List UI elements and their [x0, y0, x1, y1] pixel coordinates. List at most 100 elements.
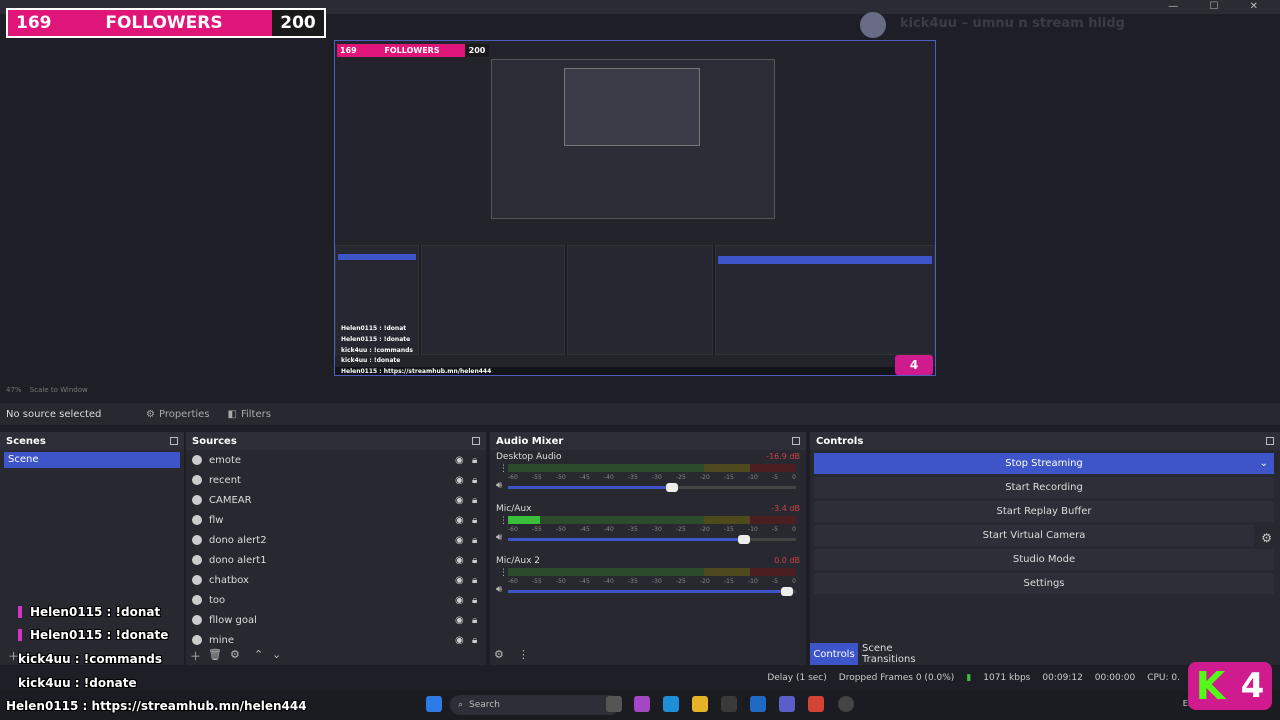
- window-controls[interactable]: — ☐ ✕: [1168, 1, 1272, 12]
- eye-icon[interactable]: ◉: [455, 535, 465, 546]
- eye-icon[interactable]: ◉: [455, 455, 465, 466]
- source-name: recent: [209, 474, 241, 486]
- eye-icon[interactable]: ◉: [455, 495, 465, 506]
- settings-button[interactable]: Settings: [814, 573, 1274, 594]
- chevron-up-icon[interactable]: ⌃: [254, 648, 263, 661]
- source-item[interactable]: fllow goal ◉ 🔒︎: [186, 610, 486, 630]
- source-type-icon: [192, 635, 202, 645]
- nested-mixer: [567, 245, 713, 355]
- source-item[interactable]: CAMEAR ◉ 🔒︎: [186, 490, 486, 510]
- menu-dots-icon[interactable]: ⋮: [518, 648, 529, 661]
- source-item[interactable]: chatbox ◉ 🔒︎: [186, 570, 486, 590]
- gear-icon[interactable]: ⚙: [494, 648, 504, 661]
- channel-name: Mic/Aux: [496, 504, 532, 514]
- filters-button[interactable]: ◧ Filters: [228, 409, 271, 420]
- eye-icon[interactable]: ◉: [455, 615, 465, 626]
- copilot-icon[interactable]: [634, 696, 650, 712]
- zoom-bar: 47% Scale to Window: [0, 386, 1280, 398]
- source-item[interactable]: mine ◉ 🔒︎: [186, 630, 486, 650]
- source-item[interactable]: flw ◉ 🔒︎: [186, 510, 486, 530]
- start-virtual-camera-button[interactable]: Start Virtual Camera: [814, 525, 1254, 546]
- undock-icon[interactable]: [792, 437, 800, 445]
- fader-fill: [508, 590, 787, 593]
- speaker-icon[interactable]: 🔊︎: [496, 584, 502, 595]
- gear-icon[interactable]: ⚙: [230, 648, 240, 661]
- source-type-icon: [192, 555, 202, 565]
- volume-fader[interactable]: [508, 587, 796, 596]
- tab-controls[interactable]: Controls: [810, 643, 858, 665]
- scene-item[interactable]: Scene: [4, 452, 180, 468]
- zoom-scale[interactable]: Scale to Window: [30, 386, 88, 394]
- nested-controls: [715, 245, 935, 355]
- store-icon[interactable]: [721, 696, 737, 712]
- db-tick: -5: [772, 474, 778, 481]
- task-view-icon[interactable]: [606, 696, 622, 712]
- channel-db: -3.4 dB: [771, 504, 800, 513]
- source-item[interactable]: recent ◉ 🔒︎: [186, 470, 486, 490]
- lock-icon[interactable]: 🔒︎: [472, 535, 480, 546]
- eye-icon[interactable]: ◉: [455, 555, 465, 566]
- speaker-icon[interactable]: 🔊︎: [496, 532, 502, 543]
- source-item[interactable]: dono alert2 ◉ 🔒︎: [186, 530, 486, 550]
- volume-fader[interactable]: [508, 535, 796, 544]
- lock-icon[interactable]: 🔒︎: [472, 455, 480, 466]
- eye-icon[interactable]: ◉: [455, 595, 465, 606]
- studio-mode-button[interactable]: Studio Mode: [814, 549, 1274, 570]
- menu-dots-icon[interactable]: ⋮: [499, 516, 508, 526]
- source-add-icon[interactable]: ＋: [190, 648, 201, 664]
- lock-icon[interactable]: 🔒︎: [472, 515, 480, 526]
- undock-icon[interactable]: [170, 437, 178, 445]
- lock-icon[interactable]: 🔒︎: [472, 555, 480, 566]
- file-explorer-icon[interactable]: [692, 696, 708, 712]
- lock-icon[interactable]: 🔒︎: [472, 595, 480, 606]
- properties-button[interactable]: ⚙ Properties: [146, 409, 210, 420]
- db-tick: -35: [628, 474, 638, 481]
- controls-title: Controls: [816, 435, 864, 447]
- undock-icon[interactable]: [1266, 437, 1274, 445]
- source-item[interactable]: dono alert1 ◉ 🔒︎: [186, 550, 486, 570]
- menu-dots-icon[interactable]: ⋮: [499, 568, 508, 578]
- stop-streaming-button[interactable]: Stop Streaming ⌄: [814, 453, 1274, 474]
- search-icon: ⌕: [458, 700, 464, 710]
- eye-icon[interactable]: ◉: [455, 515, 465, 526]
- lock-icon[interactable]: 🔒︎: [472, 635, 480, 646]
- fader-knob[interactable]: [666, 483, 678, 492]
- eye-icon[interactable]: ◉: [455, 575, 465, 586]
- menu-dots-icon[interactable]: ⋮: [499, 464, 508, 474]
- start-replay-buffer-button[interactable]: Start Replay Buffer: [814, 501, 1274, 522]
- chevron-down-icon[interactable]: ⌄: [1260, 458, 1268, 469]
- lock-icon[interactable]: 🔒︎: [472, 615, 480, 626]
- lock-icon[interactable]: 🔒︎: [472, 575, 480, 586]
- chevron-down-icon[interactable]: ⌄: [272, 648, 281, 661]
- tab-scene-transitions[interactable]: Scene Transitions: [862, 643, 942, 665]
- windows-start-icon[interactable]: [426, 696, 442, 712]
- fader-knob[interactable]: [738, 535, 750, 544]
- volume-fader[interactable]: [508, 483, 796, 492]
- eye-icon[interactable]: ◉: [455, 475, 465, 486]
- speaker-icon[interactable]: 🔊︎: [496, 480, 502, 491]
- obs-icon[interactable]: [838, 696, 854, 712]
- teams-icon[interactable]: [779, 696, 795, 712]
- source-item[interactable]: emote ◉ 🔒︎: [186, 450, 486, 470]
- lock-icon[interactable]: 🔒︎: [472, 475, 480, 486]
- source-item[interactable]: too ◉ 🔒︎: [186, 590, 486, 610]
- mixer-channel: Desktop Audio -16.9 dB ⋮ -60 -55 -50 -45 -40 -35…: [490, 450, 806, 502]
- db-tick: -25: [676, 578, 686, 585]
- gear-icon[interactable]: ⚙: [1261, 531, 1272, 545]
- source-name: fllow goal: [209, 614, 257, 626]
- source-name: mine: [209, 634, 235, 646]
- fader-knob[interactable]: [781, 587, 793, 596]
- outlook-icon[interactable]: [750, 696, 766, 712]
- chrome-icon[interactable]: [808, 696, 824, 712]
- audio-mixer-dock: Audio Mixer Desktop Audio -16.9 dB ⋮ -60 -55…: [490, 432, 806, 665]
- mixer-title: Audio Mixer: [496, 435, 564, 447]
- zoom-percent[interactable]: 47%: [6, 386, 22, 394]
- trash-icon[interactable]: 🗑: [208, 648, 222, 661]
- chat-line: Helen0115 : https://streamhub.mn/helen44…: [6, 699, 307, 713]
- eye-icon[interactable]: ◉: [455, 635, 465, 646]
- start-recording-button[interactable]: Start Recording: [814, 477, 1274, 498]
- edge-icon[interactable]: [663, 696, 679, 712]
- undock-icon[interactable]: [472, 437, 480, 445]
- lock-icon[interactable]: 🔒︎: [472, 495, 480, 506]
- taskbar-search[interactable]: ⌕ Search: [450, 695, 620, 715]
